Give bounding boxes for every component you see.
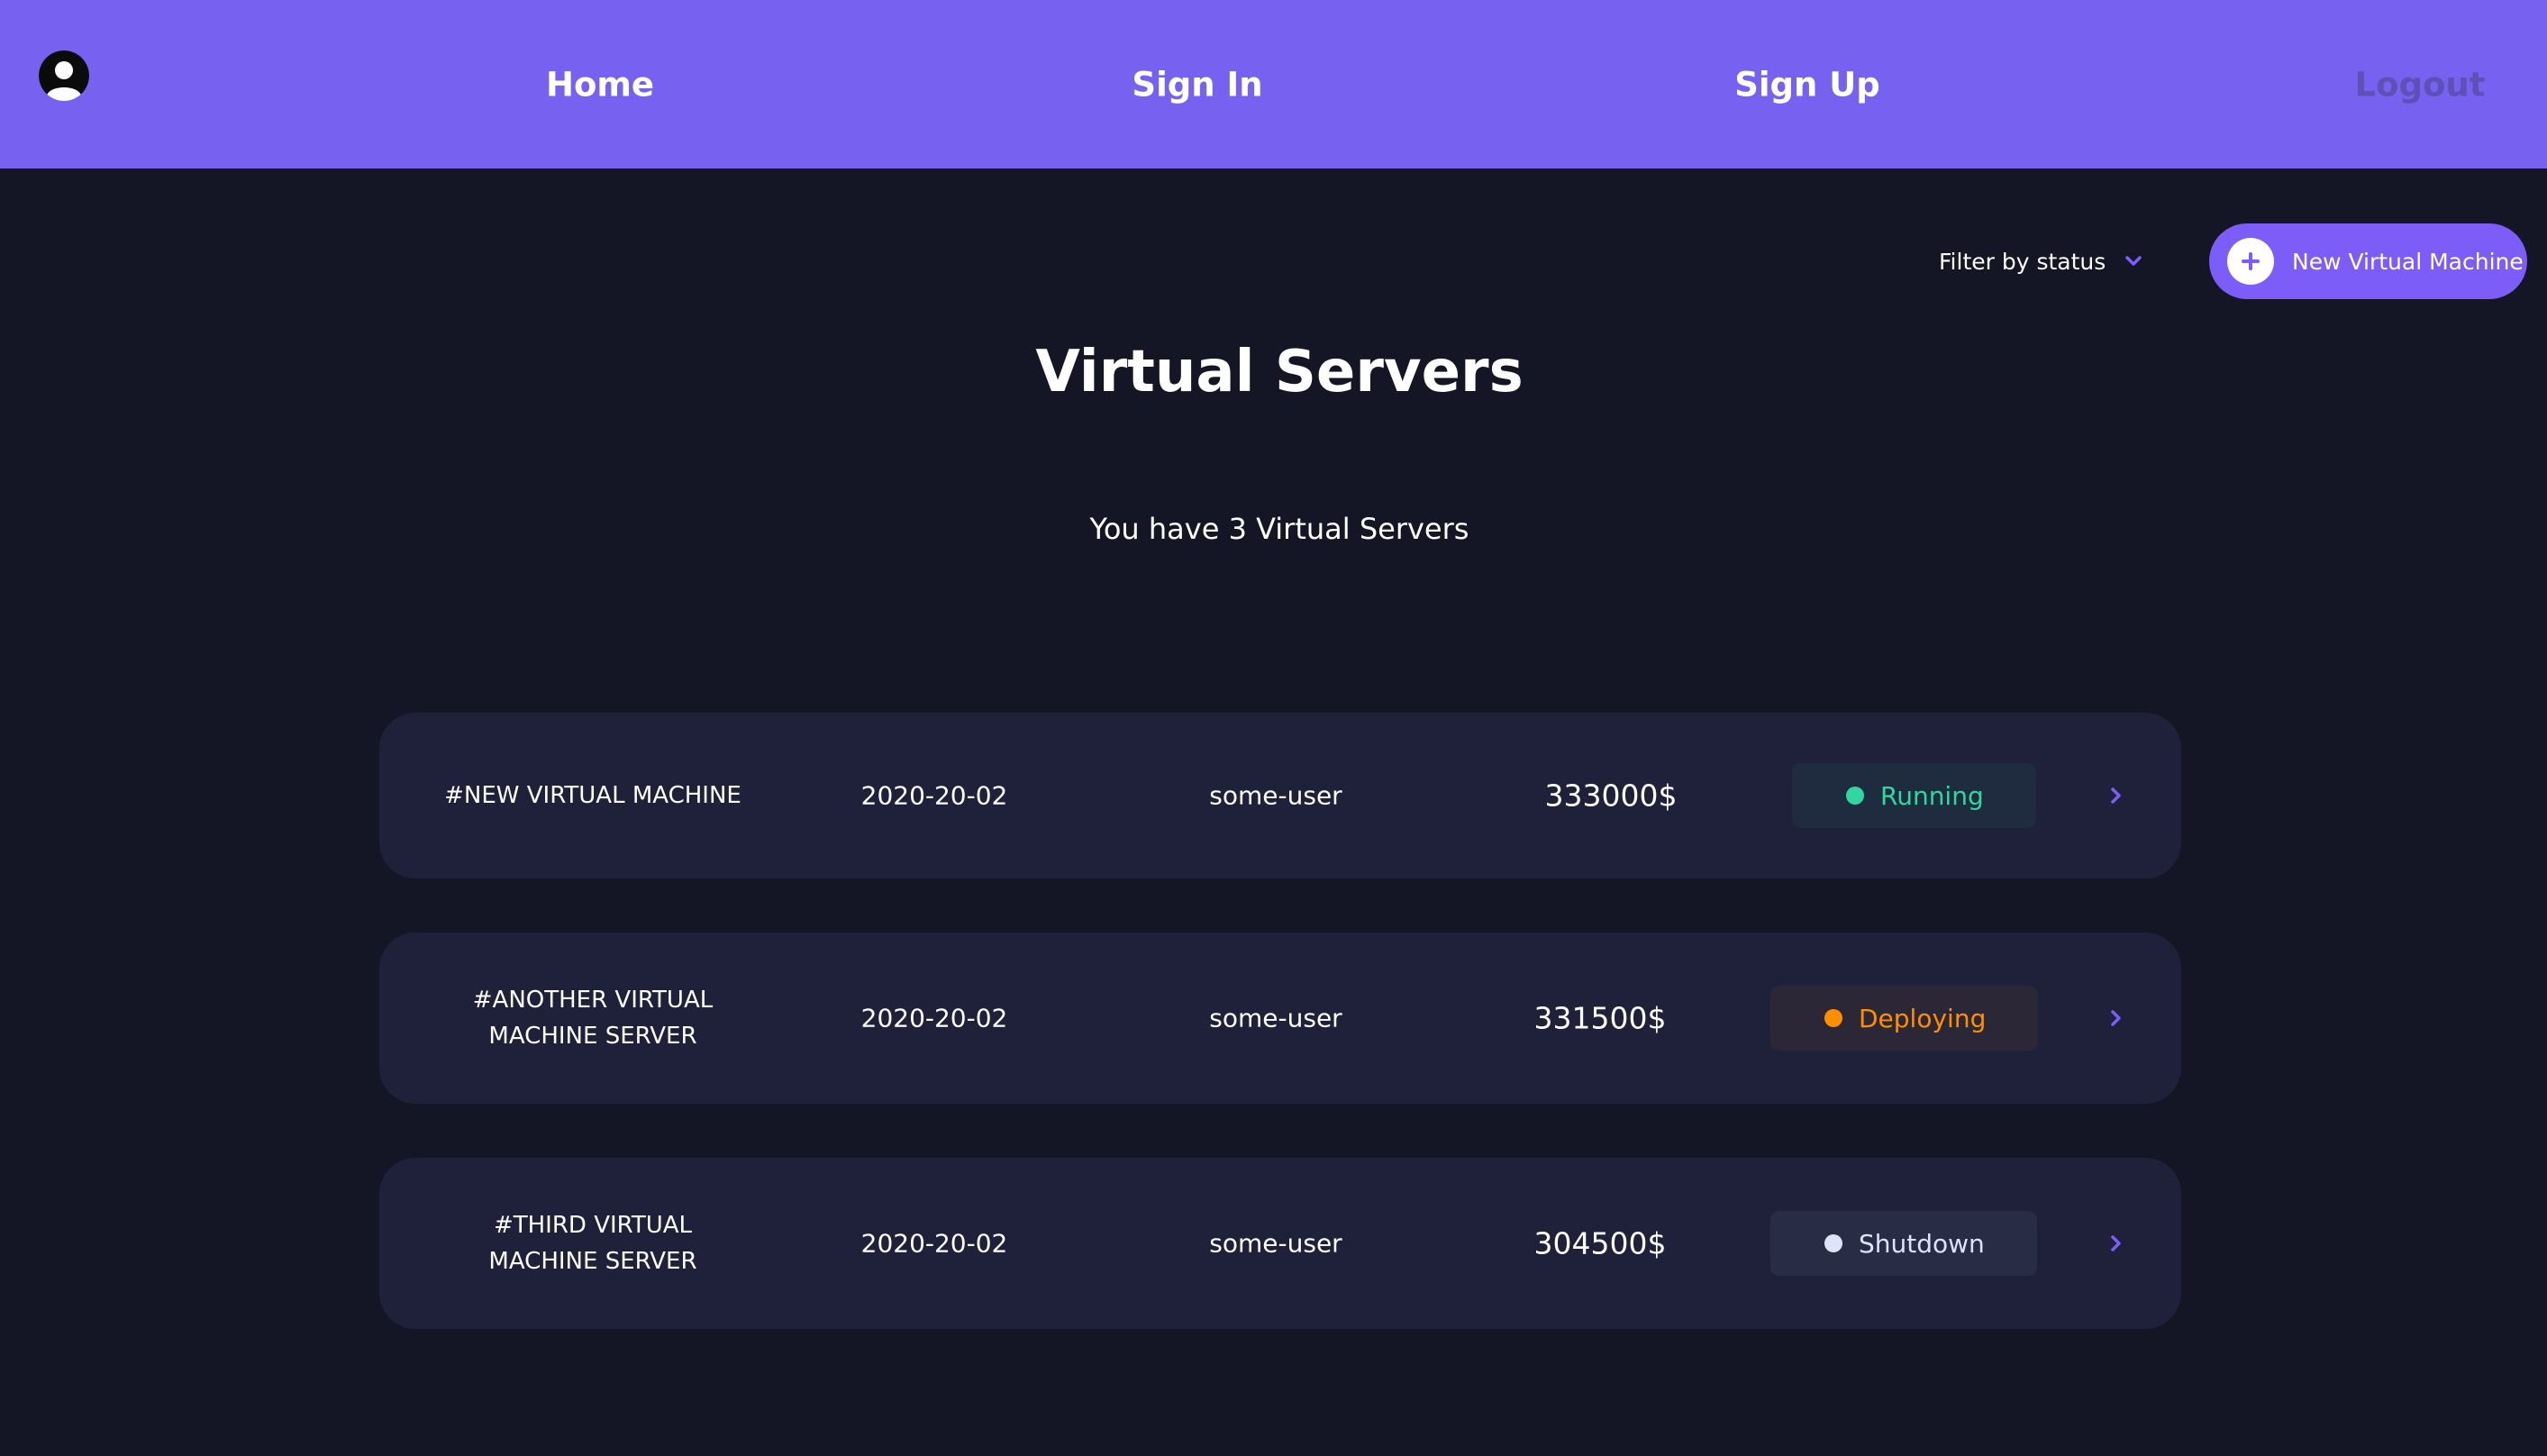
new-virtual-machine-button[interactable]: New Virtual Machine (2209, 223, 2527, 299)
chevron-right-icon[interactable] (2110, 787, 2123, 805)
server-row[interactable]: #ANOTHER VIRTUAL MACHINE SERVER 2020-20-… (379, 933, 2181, 1104)
server-date: 2020-20-02 (860, 1003, 1008, 1033)
chevron-right-icon[interactable] (2110, 1234, 2123, 1252)
chevron-right-icon[interactable] (2110, 1009, 2123, 1027)
status-label: Running (1880, 780, 1984, 811)
filter-label: Filter by status (1939, 248, 2106, 275)
server-amount: 333000$ (1544, 778, 1678, 814)
server-row[interactable]: #THIRD VIRTUAL MACHINE SERVER 2020-20-02… (379, 1158, 2181, 1329)
status-badge: Deploying (1770, 986, 2039, 1051)
server-name: #THIRD VIRTUAL MACHINE SERVER (488, 1212, 697, 1275)
server-amount: 331500$ (1533, 1000, 1667, 1036)
nav-sign-up-link[interactable]: Sign Up (1734, 66, 1880, 105)
status-dot-icon (1824, 1234, 1842, 1252)
new-virtual-machine-label: New Virtual Machine (2292, 248, 2524, 275)
server-date: 2020-20-02 (860, 780, 1008, 811)
nav-logout-link[interactable]: Logout (2355, 66, 2486, 105)
server-amount: 304500$ (1533, 1225, 1667, 1261)
status-label: Shutdown (1859, 1228, 1985, 1259)
server-user: some-user (1209, 1003, 1342, 1033)
status-label: Deploying (1859, 1003, 1987, 1033)
status-dot-icon (1824, 1009, 1842, 1027)
server-name: #NEW VIRTUAL MACHINE (444, 782, 741, 809)
server-user: some-user (1209, 1228, 1342, 1259)
nav-sign-in-link[interactable]: Sign In (1132, 66, 1262, 105)
nav-home-link[interactable]: Home (546, 66, 654, 105)
server-name: #ANOTHER VIRTUAL MACHINE SERVER (472, 987, 714, 1050)
status-badge: Shutdown (1770, 1211, 2037, 1276)
status-badge: Running (1792, 763, 2036, 828)
user-avatar-icon[interactable] (39, 50, 89, 101)
top-navbar: Home Sign In Sign Up Logout (0, 0, 2547, 168)
server-row[interactable]: #NEW VIRTUAL MACHINE 2020-20-02 some-use… (379, 713, 2181, 878)
server-user: some-user (1209, 780, 1342, 811)
page-title: Virtual Servers (1035, 339, 1524, 405)
server-date: 2020-20-02 (860, 1228, 1008, 1259)
chevron-down-icon (2125, 256, 2142, 267)
server-count-summary: You have 3 Virtual Servers (1089, 512, 1469, 546)
status-filter-dropdown[interactable]: Filter by status (1939, 243, 2142, 279)
plus-icon (2227, 238, 2274, 285)
status-dot-icon (1846, 787, 1864, 805)
